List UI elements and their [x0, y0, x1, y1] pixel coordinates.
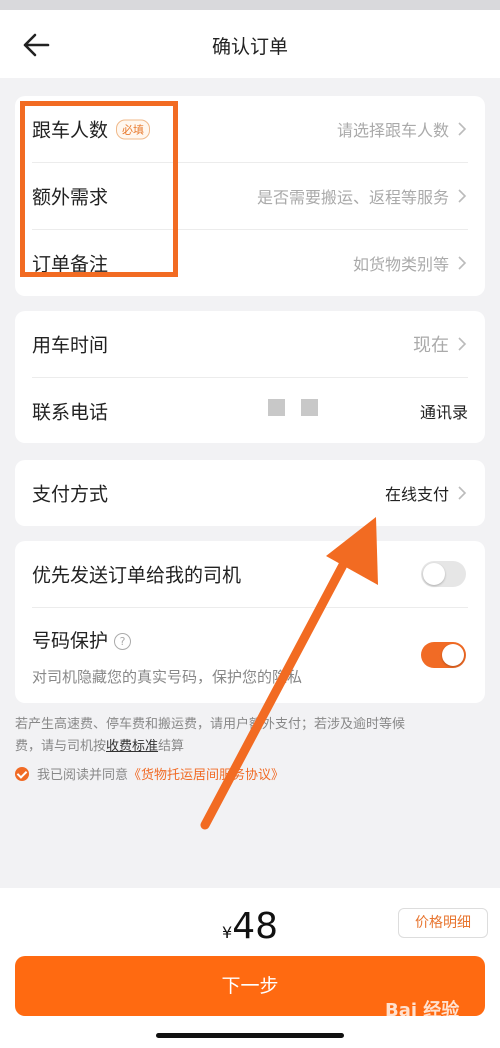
priority-driver-label: 优先发送订单给我的司机 [32, 564, 242, 587]
chevron-right-icon [458, 122, 467, 136]
options-card: 优先发送订单给我的司机 号码保护? 对司机隐藏您的真实号码，保护您的隐私 [15, 541, 485, 703]
passenger-count-placeholder: 请选择跟车人数 [336, 121, 449, 140]
fee-notice-text: 费，请与司机按 [15, 739, 107, 754]
payment-card: 支付方式 在线支付 [15, 460, 485, 526]
payment-method-label: 支付方式 [32, 483, 109, 506]
price-detail-button[interactable]: 价格明细 [398, 908, 488, 938]
status-bar [0, 0, 500, 10]
agreement-row: 我已阅读并同意《货物托运居间服务协议》 [15, 764, 284, 783]
payment-method-value: 在线支付 [384, 485, 449, 504]
currency-symbol: ¥ [222, 923, 233, 942]
use-time-value: 现在 [413, 335, 449, 356]
redacted-phone-block [268, 399, 285, 416]
checkbox-checked-icon[interactable] [15, 767, 29, 781]
priority-driver-row: 优先发送订单给我的司机 [15, 541, 485, 607]
chevron-right-icon [458, 337, 467, 351]
order-remark-placeholder: 如货物类别等 [352, 255, 449, 274]
priority-driver-toggle[interactable] [421, 561, 466, 587]
contacts-link[interactable]: 通讯录 [420, 399, 468, 423]
agreement-link[interactable]: 《货物托运居间服务协议》 [128, 768, 284, 783]
page-title: 确认订单 [211, 36, 288, 58]
chevron-right-icon [458, 256, 467, 270]
phone-label: 联系电话 [32, 401, 109, 424]
extra-needs-placeholder: 是否需要搬运、返程等服务 [256, 188, 449, 207]
privacy-toggle[interactable] [421, 642, 466, 668]
payment-method-row[interactable]: 支付方式 在线支付 [15, 460, 485, 526]
nav-header: 确认订单 [0, 10, 500, 78]
agreement-text: 我已阅读并同意 [37, 768, 129, 783]
toggle-knob [423, 563, 445, 585]
redacted-phone-block [301, 399, 318, 416]
use-time-label: 用车时间 [32, 334, 109, 357]
chevron-right-icon [458, 189, 467, 203]
privacy-label: 号码保护 [32, 630, 109, 652]
price-amount: 48 [232, 906, 278, 947]
phone-row[interactable]: 联系电话 通讯录 [15, 378, 485, 444]
watermark-url: jingyan.baidu.com [408, 1024, 492, 1034]
fee-standard-link[interactable]: 收费标准 [106, 739, 158, 754]
fee-notice-text: 结算 [158, 739, 185, 754]
privacy-description: 对司机隐藏您的真实号码，保护您的隐私 [32, 668, 303, 686]
home-indicator [156, 1033, 344, 1038]
toggle-knob [442, 644, 464, 666]
chevron-right-icon [458, 486, 467, 500]
fee-notice-line: 若产生高速费、停车费和搬运费，请用户额外支付；若涉及逾时等候 [15, 717, 406, 732]
use-time-row[interactable]: 用车时间 现在 [15, 311, 485, 377]
fee-notice: 若产生高速费、停车费和搬运费，请用户额外支付；若涉及逾时等候 费，请与司机按收费… [15, 714, 485, 758]
contact-card: 用车时间 现在 联系电话 通讯录 [15, 311, 485, 443]
privacy-row: 号码保护? 对司机隐藏您的真实号码，保护您的隐私 [15, 608, 485, 703]
help-icon[interactable]: ? [114, 633, 132, 650]
watermark-logo: Bai 经验 [385, 1000, 460, 1021]
annotation-highlight-box [20, 101, 178, 277]
